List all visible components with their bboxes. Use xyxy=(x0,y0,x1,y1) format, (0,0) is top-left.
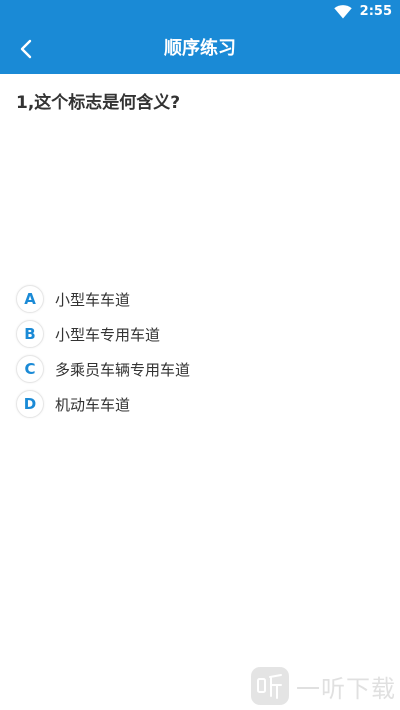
status-bar: 2:55 xyxy=(0,0,400,24)
sign-image xyxy=(16,122,384,272)
chevron-left-icon xyxy=(20,39,32,59)
option-text: 小型车车道 xyxy=(55,290,131,309)
option-badge: D xyxy=(16,390,44,418)
watermark-logo-icon xyxy=(251,667,289,705)
status-right: 2:55 xyxy=(333,3,392,21)
option-text: 小型车专用车道 xyxy=(55,325,161,344)
watermark: 一听下载 xyxy=(250,666,396,706)
watermark-text: 一听下载 xyxy=(296,674,396,703)
answer-options: A 小型车车道 B 小型车专用车道 C 多乘员车辆专用车道 D 机动车车道 xyxy=(16,284,384,424)
option-b[interactable]: B 小型车专用车道 xyxy=(16,319,384,349)
back-button[interactable] xyxy=(6,29,46,69)
page-title: 顺序练习 xyxy=(164,38,236,59)
wifi-icon xyxy=(333,5,352,19)
option-text: 多乘员车辆专用车道 xyxy=(55,360,191,379)
option-d[interactable]: D 机动车车道 xyxy=(16,389,384,419)
status-time: 2:55 xyxy=(359,4,392,19)
app-screen: 2:55 顺序练习 1,这个标志是何含义? A 小型车车道 B 小型车专用车道 … xyxy=(0,0,400,710)
option-text: 机动车车道 xyxy=(55,395,131,414)
option-badge: C xyxy=(16,355,44,383)
option-a[interactable]: A 小型车车道 xyxy=(16,284,384,314)
app-bar: 顺序练习 xyxy=(0,24,400,74)
option-badge: B xyxy=(16,320,44,348)
option-badge: A xyxy=(16,285,44,313)
option-c[interactable]: C 多乘员车辆专用车道 xyxy=(16,354,384,384)
question-text: 1,这个标志是何含义? xyxy=(16,93,181,113)
